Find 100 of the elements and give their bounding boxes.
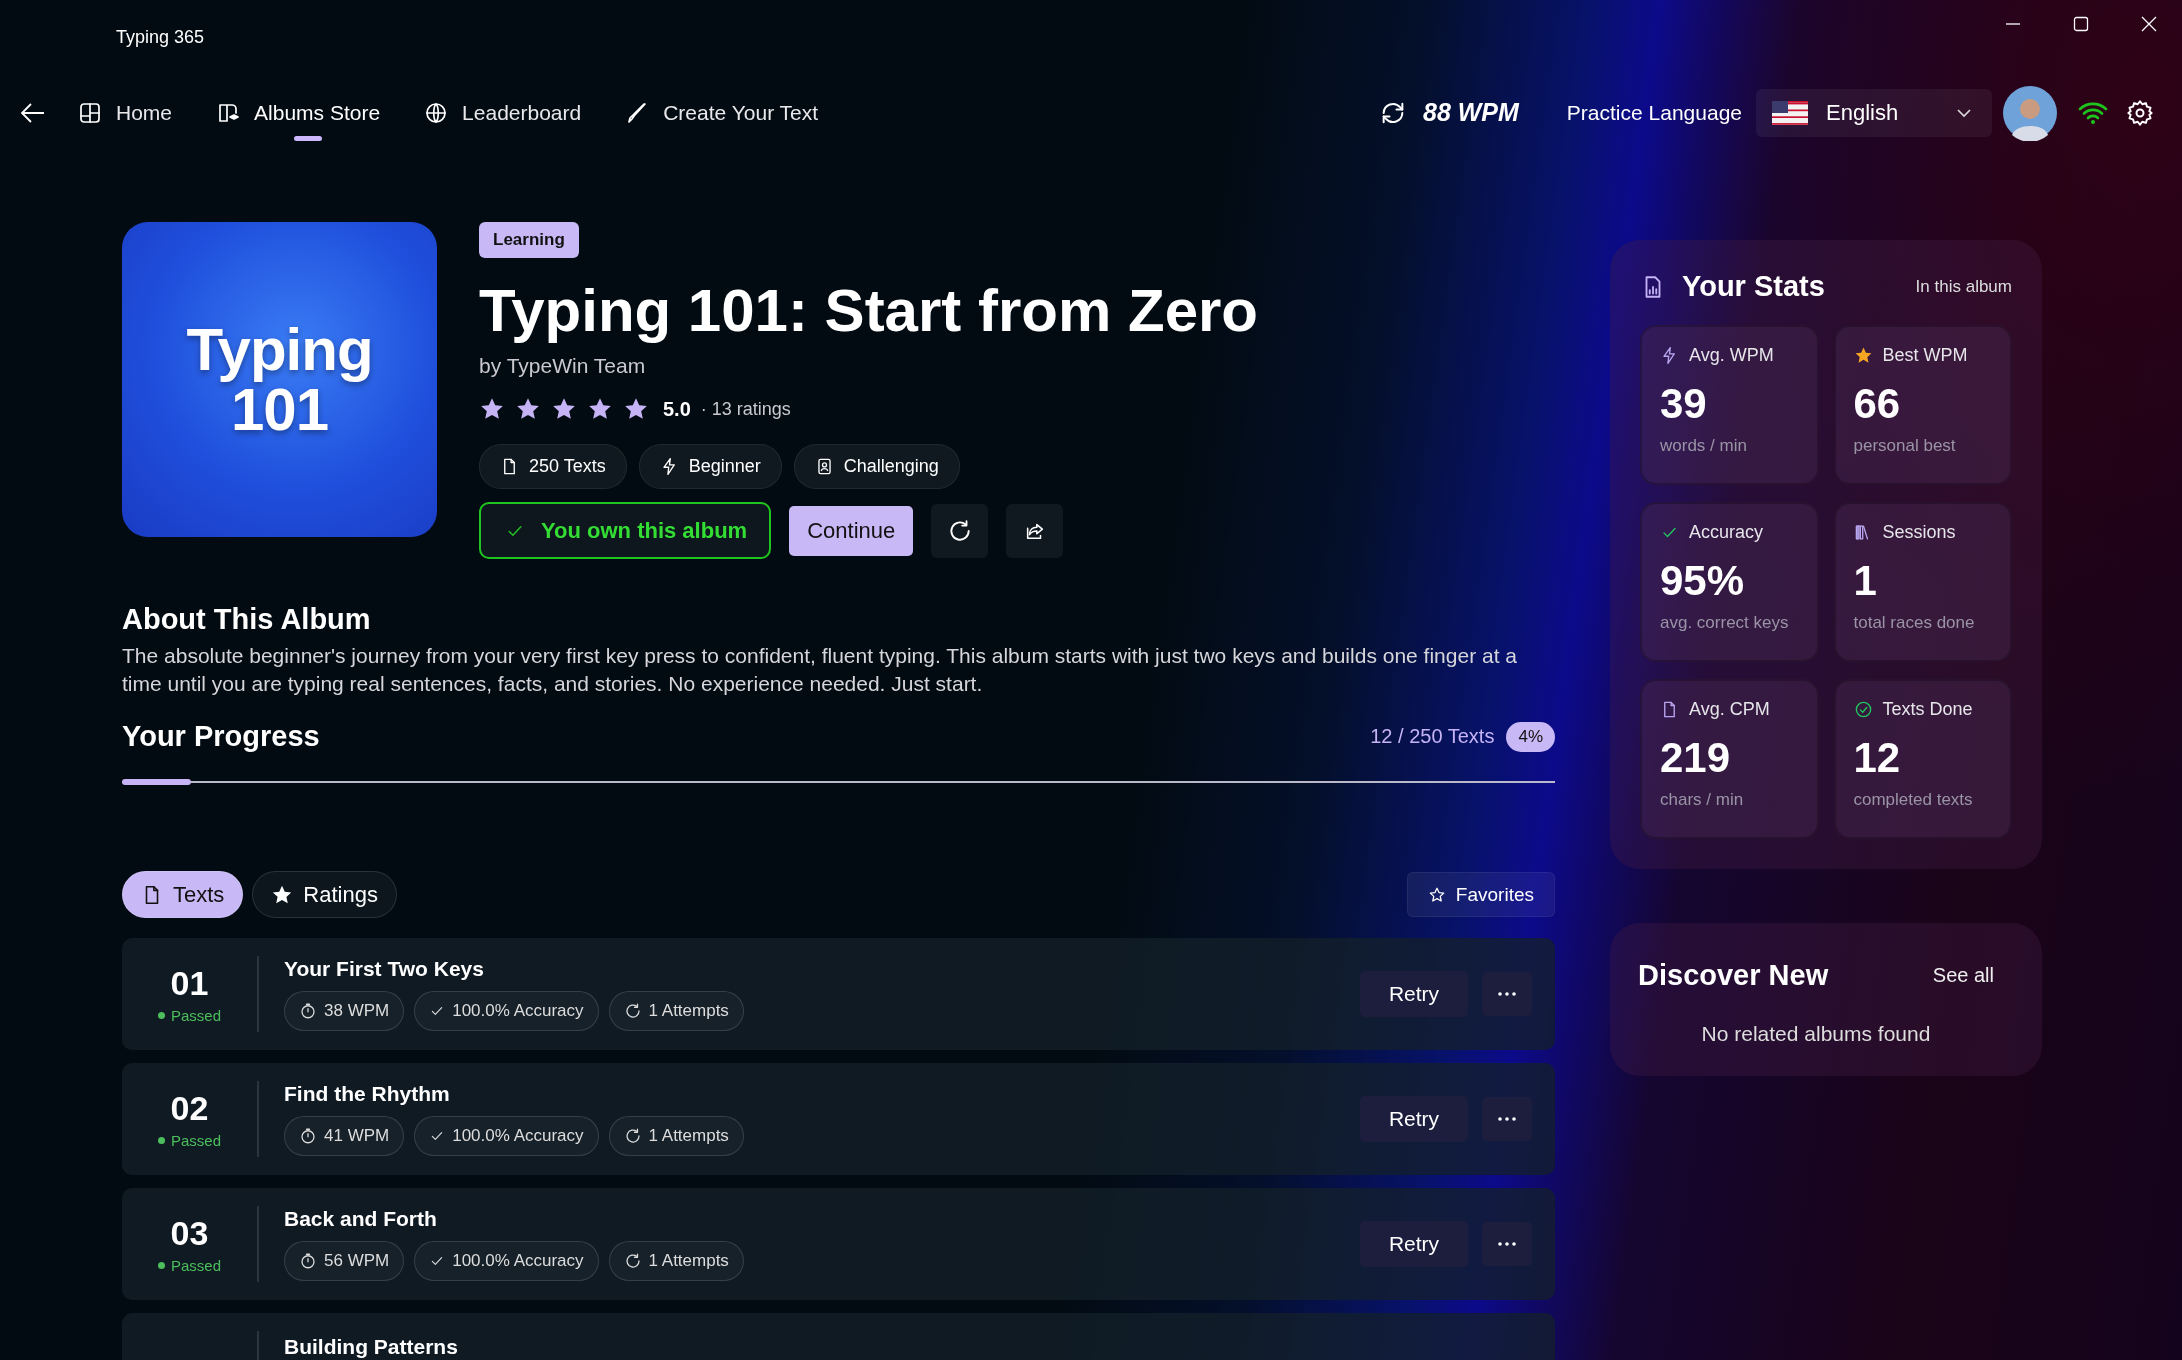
checkcircle-icon: [1853, 700, 1873, 719]
close-icon[interactable]: [2140, 15, 2158, 33]
nav-tab[interactable]: Leaderboard: [424, 82, 582, 143]
tab[interactable]: Texts: [122, 871, 244, 918]
panel-heading: Discover New: [1638, 959, 1829, 992]
text-row[interactable]: 01 Passed Your First Two Keys 38 WPM 100.0% Accuracy 1 Attempts Retry: [122, 938, 1555, 1050]
retry-button[interactable]: Retry: [1360, 1221, 1468, 1267]
language-dropdown[interactable]: English: [1756, 88, 1992, 137]
selected-indicator: [294, 135, 323, 141]
text-number: 02: [170, 1089, 209, 1128]
stat-value: 1: [1853, 557, 1878, 605]
see-all-link[interactable]: See all: [1932, 964, 1994, 987]
home-icon: [78, 100, 102, 125]
stat-caption: total races done: [1853, 613, 1976, 633]
accuracy-chip: 100.0% Accuracy: [414, 1241, 599, 1281]
rating-value: 5.0: [663, 397, 691, 421]
nav-tab[interactable]: Home: [78, 82, 173, 143]
attempts-chip: 1 Attempts: [608, 991, 744, 1031]
stat-caption: avg. correct keys: [1660, 613, 1790, 633]
retry-icon: [623, 1252, 642, 1270]
star-icon: [1853, 346, 1873, 365]
panel-heading: Your Stats: [1682, 270, 1825, 303]
retry-button[interactable]: Retry: [1360, 971, 1468, 1017]
window-title: Typing 365: [116, 27, 205, 48]
globe-icon: [424, 100, 449, 125]
wpm-chip: 41 WPM: [284, 1116, 405, 1156]
retry-icon: [623, 1002, 642, 1020]
avatar[interactable]: [2002, 84, 2058, 141]
chevron-down-icon: [1956, 107, 1972, 118]
nav-tab[interactable]: Create Your Text: [625, 82, 819, 143]
scope-label: In this album: [1915, 276, 2012, 297]
nav-tab[interactable]: Albums Store: [216, 82, 381, 143]
text-number: 03: [170, 1214, 209, 1253]
text-row[interactable]: Building Patterns: [122, 1313, 1555, 1360]
text-row[interactable]: 03 Passed Back and Forth 56 WPM 100.0% Accuracy 1 Attempts Retry: [122, 1188, 1555, 1300]
stat-label: Avg. CPM: [1689, 699, 1770, 720]
more-icon: [1498, 992, 1516, 996]
empty-message: No related albums found: [1701, 1022, 1931, 1046]
owned-button[interactable]: You own this album: [479, 502, 772, 559]
status-label: Passed: [157, 1257, 221, 1274]
restart-button[interactable]: [931, 503, 989, 558]
cover-title: Typing: [186, 319, 373, 380]
section-heading: Your Progress: [122, 720, 320, 753]
stat-label: Texts Done: [1882, 699, 1973, 720]
share-button[interactable]: [1006, 503, 1064, 558]
text-title: Building Patterns: [284, 1335, 459, 1359]
progress-count: 12 / 250 Texts: [1370, 725, 1495, 748]
stat-caption: completed texts: [1853, 790, 1974, 810]
stat-caption: personal best: [1853, 436, 1957, 456]
text-title: Back and Forth: [284, 1207, 438, 1231]
stat-value: 12: [1853, 734, 1902, 782]
info-chip: 250 Texts: [479, 444, 627, 489]
language-label: Practice Language: [1566, 100, 1742, 125]
wifi-icon[interactable]: [2078, 100, 2108, 125]
retry-button[interactable]: Retry: [1360, 1096, 1468, 1142]
stat-caption: chars / min: [1660, 790, 1745, 810]
star-icon: [1427, 885, 1446, 904]
more-icon: [1498, 1242, 1516, 1246]
stat-label: Accuracy: [1689, 522, 1764, 543]
stat-value: 39: [1660, 380, 1708, 428]
accuracy-chip: 100.0% Accuracy: [414, 1116, 599, 1156]
stat-caption: words / min: [1660, 436, 1748, 456]
attempts-chip: 1 Attempts: [608, 1116, 744, 1156]
wpm-chip: 38 WPM: [284, 991, 405, 1031]
wpm-reading: 88 WPM: [1423, 98, 1519, 127]
stat-label: Best WPM: [1882, 345, 1968, 366]
flag-icon: [1772, 100, 1808, 125]
info-chip: Beginner: [638, 444, 782, 489]
text-title: Your First Two Keys: [284, 957, 485, 981]
text-title: Find the Rhythm: [284, 1082, 451, 1106]
stat-label: Avg. WPM: [1689, 345, 1774, 366]
accuracy-chip: 100.0% Accuracy: [414, 991, 599, 1031]
category-tag: Learning: [479, 222, 579, 258]
timer-icon: [299, 1127, 317, 1145]
wpm-chip: 56 WPM: [284, 1241, 405, 1281]
text-row[interactable]: 02 Passed Find the Rhythm 41 WPM 100.0% Accuracy 1 Attempts Retry: [122, 1063, 1555, 1175]
tab[interactable]: Ratings: [252, 871, 397, 918]
more-icon: [1498, 1117, 1516, 1121]
status-label: Passed: [157, 1007, 221, 1024]
favorites-button[interactable]: Favorites: [1406, 872, 1555, 917]
timer-icon: [299, 1002, 317, 1020]
stat-value: 219: [1660, 734, 1732, 782]
progress-percent: 4%: [1506, 721, 1555, 752]
settings-icon: [2126, 98, 2154, 127]
text-number: 01: [170, 964, 209, 1003]
retry-icon: [623, 1127, 642, 1145]
stat-value: 66: [1853, 380, 1902, 428]
album-author: by TypeWin Team: [479, 354, 646, 378]
stat-value: 95%: [1660, 557, 1746, 605]
back-arrow-icon[interactable]: [20, 101, 46, 124]
continue-button[interactable]: Continue: [789, 505, 914, 556]
album-description: The absolute beginner's journey from your very first key press to confident, fluent typing. This album starts with just two keys and builds one finger at a time until you are typing real sentences, facts, and stories. No experience needed. Just start.: [122, 643, 1518, 697]
status-label: Passed: [157, 1132, 221, 1149]
maximize-icon[interactable]: [2072, 15, 2090, 33]
timer-icon: [299, 1252, 317, 1270]
ratings-count: · 13 ratings: [700, 398, 791, 420]
attempts-chip: 1 Attempts: [608, 1241, 744, 1281]
album-title: Typing 101: Start from Zero: [479, 278, 1258, 344]
section-heading: About This Album: [122, 603, 372, 636]
stat-label: Sessions: [1882, 522, 1956, 543]
